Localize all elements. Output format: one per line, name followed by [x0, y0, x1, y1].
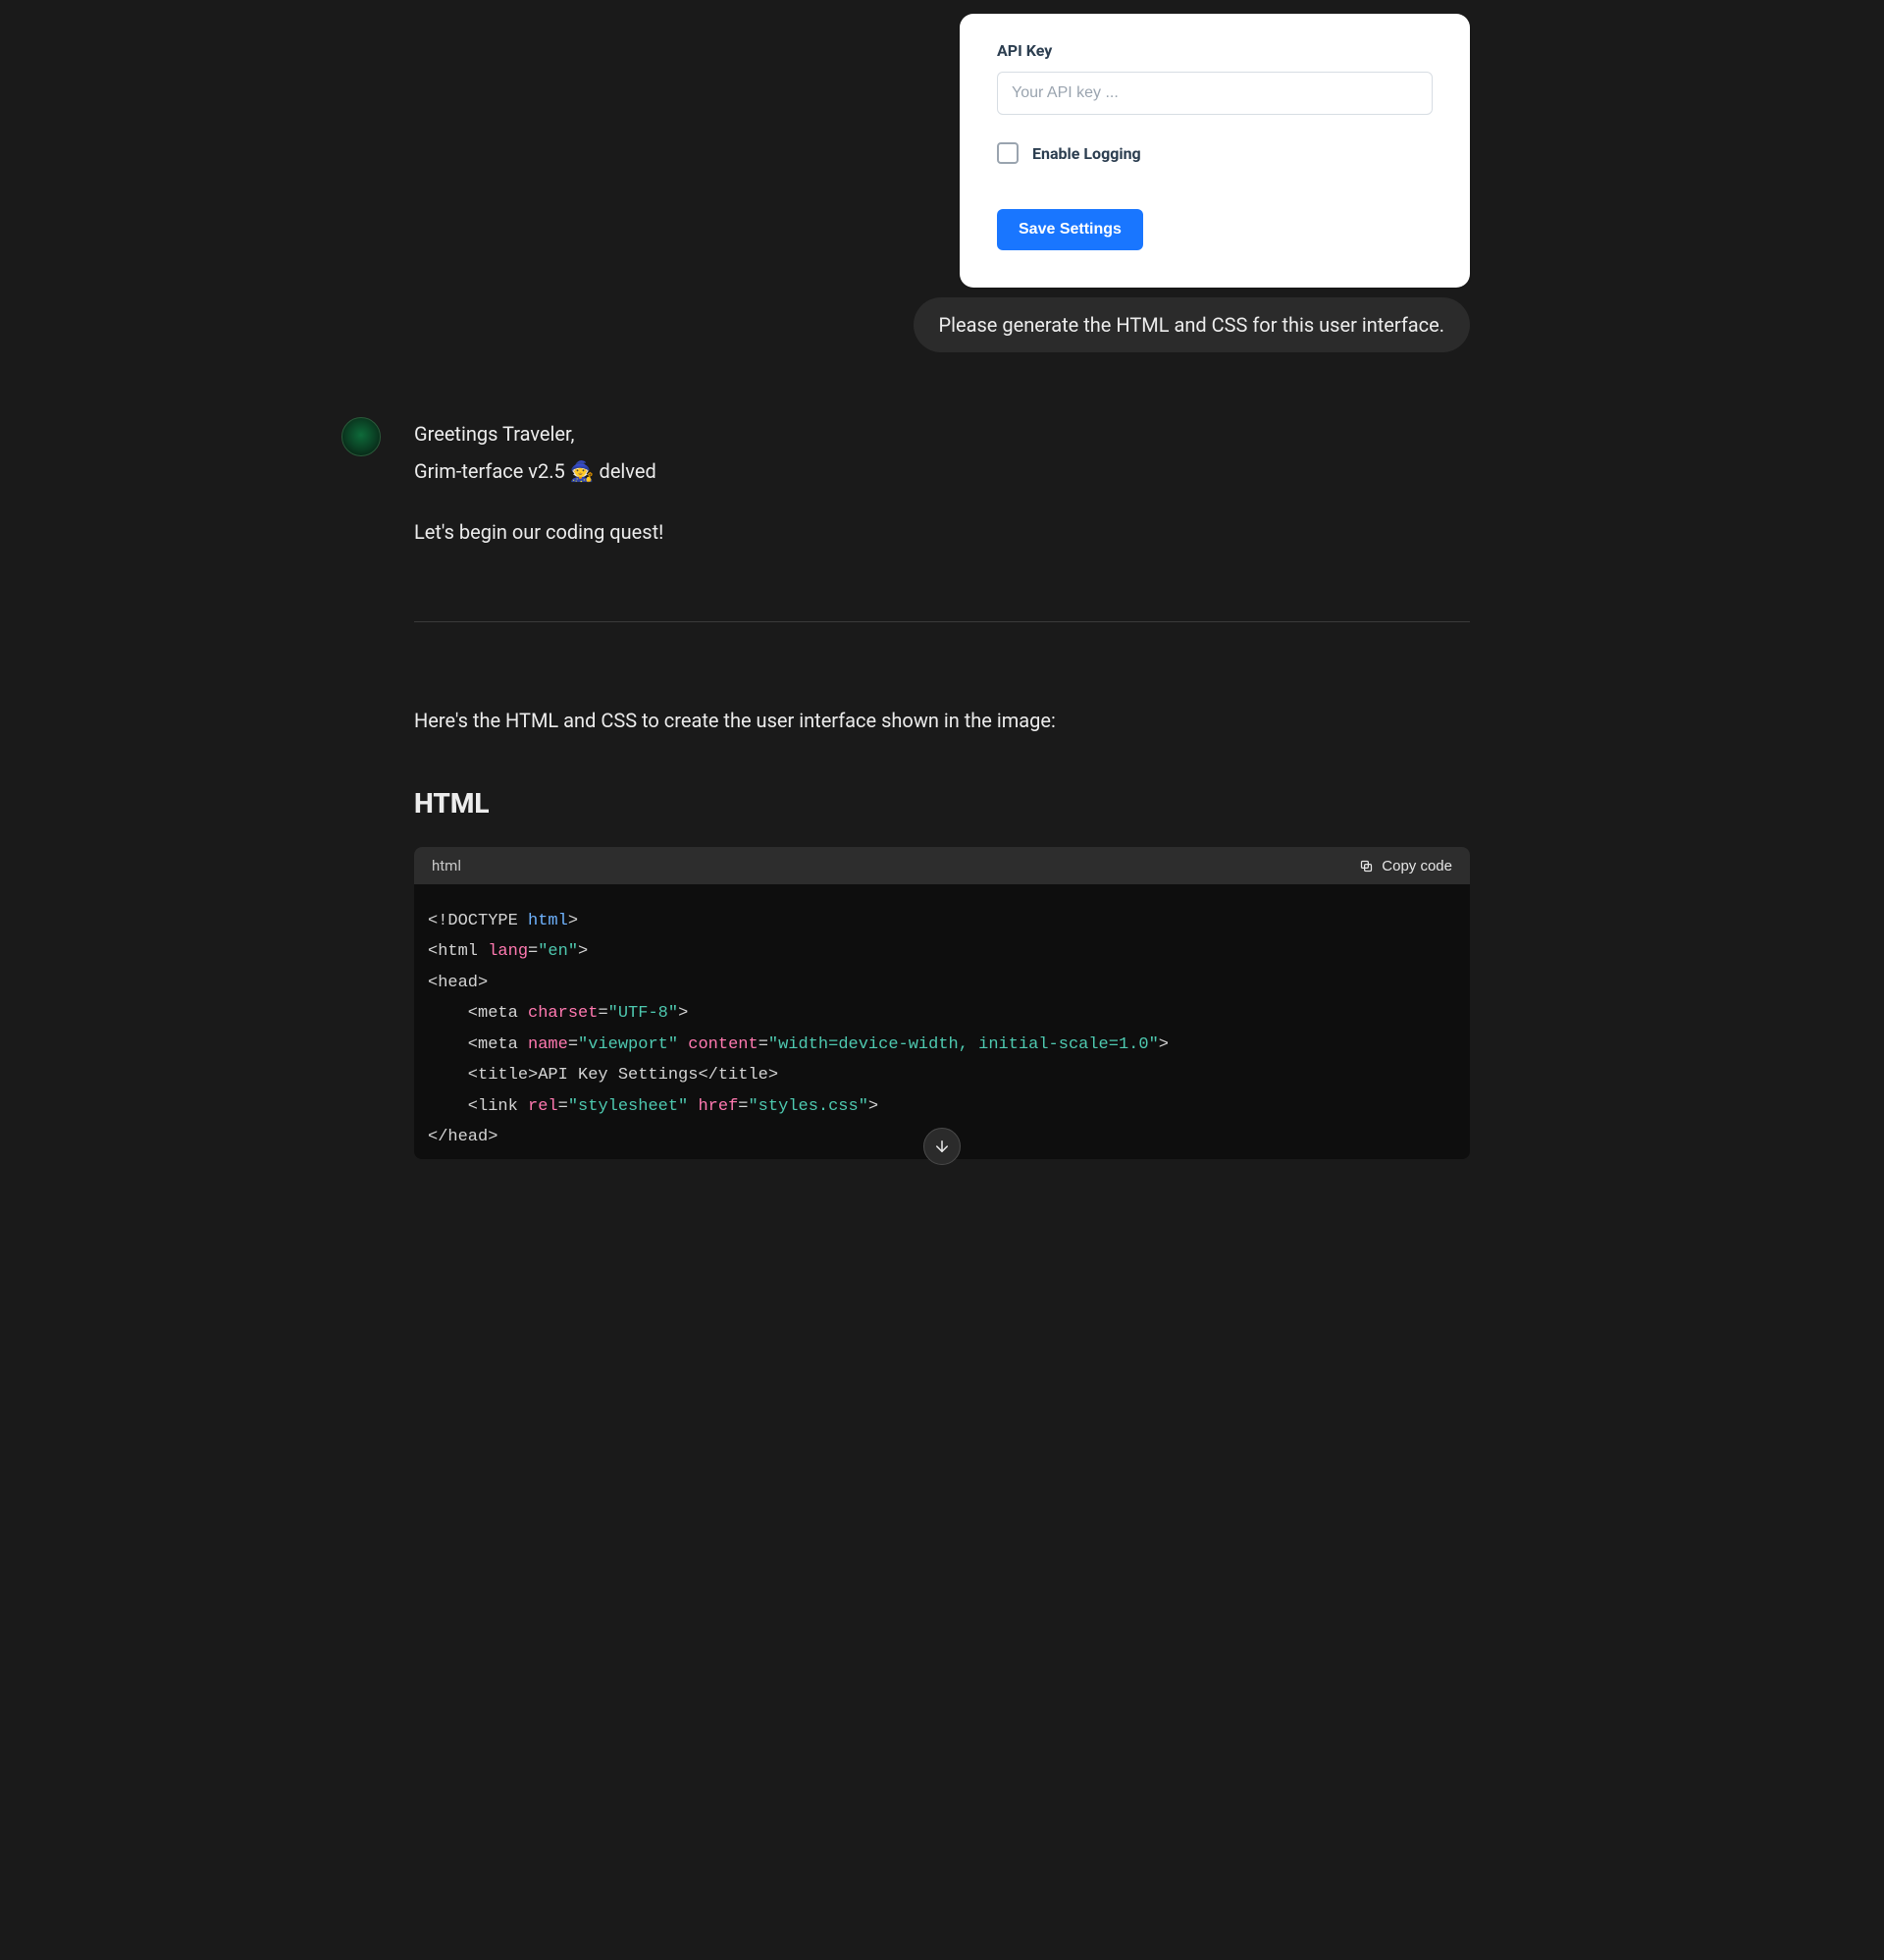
- code-content[interactable]: <!DOCTYPE html> <html lang="en"> <head> …: [414, 884, 1470, 1159]
- copy-icon: [1359, 859, 1374, 874]
- section-heading-html: HTML: [414, 787, 1470, 820]
- code-language-label: html: [432, 857, 461, 874]
- assistant-avatar: [341, 417, 381, 456]
- enable-logging-checkbox[interactable]: [997, 142, 1019, 164]
- wizard-icon: 🧙: [570, 459, 595, 483]
- assistant-message: Greetings Traveler, Grim-terface v2.5 🧙 …: [414, 415, 1470, 551]
- assistant-line: Grim-terface v2.5 🧙 delved: [414, 452, 1470, 490]
- code-block: html Copy code <!DOCTYPE html> <html lan…: [414, 847, 1470, 1159]
- api-key-label: API Key: [997, 41, 1433, 60]
- api-settings-card: API Key Enable Logging Save Settings: [960, 14, 1470, 288]
- user-message: Please generate the HTML and CSS for thi…: [914, 297, 1471, 352]
- enable-logging-label: Enable Logging: [1032, 144, 1141, 163]
- scroll-down-button[interactable]: [923, 1128, 961, 1165]
- assistant-line: Let's begin our coding quest!: [414, 513, 1470, 551]
- copy-code-label: Copy code: [1382, 858, 1452, 874]
- api-key-input[interactable]: [997, 72, 1433, 115]
- divider: [414, 621, 1470, 622]
- arrow-down-icon: [933, 1138, 951, 1155]
- assistant-intro: Here's the HTML and CSS to create the us…: [414, 709, 1470, 732]
- copy-code-button[interactable]: Copy code: [1359, 858, 1452, 874]
- assistant-line: Greetings Traveler,: [414, 415, 1470, 452]
- save-settings-button[interactable]: Save Settings: [997, 209, 1143, 250]
